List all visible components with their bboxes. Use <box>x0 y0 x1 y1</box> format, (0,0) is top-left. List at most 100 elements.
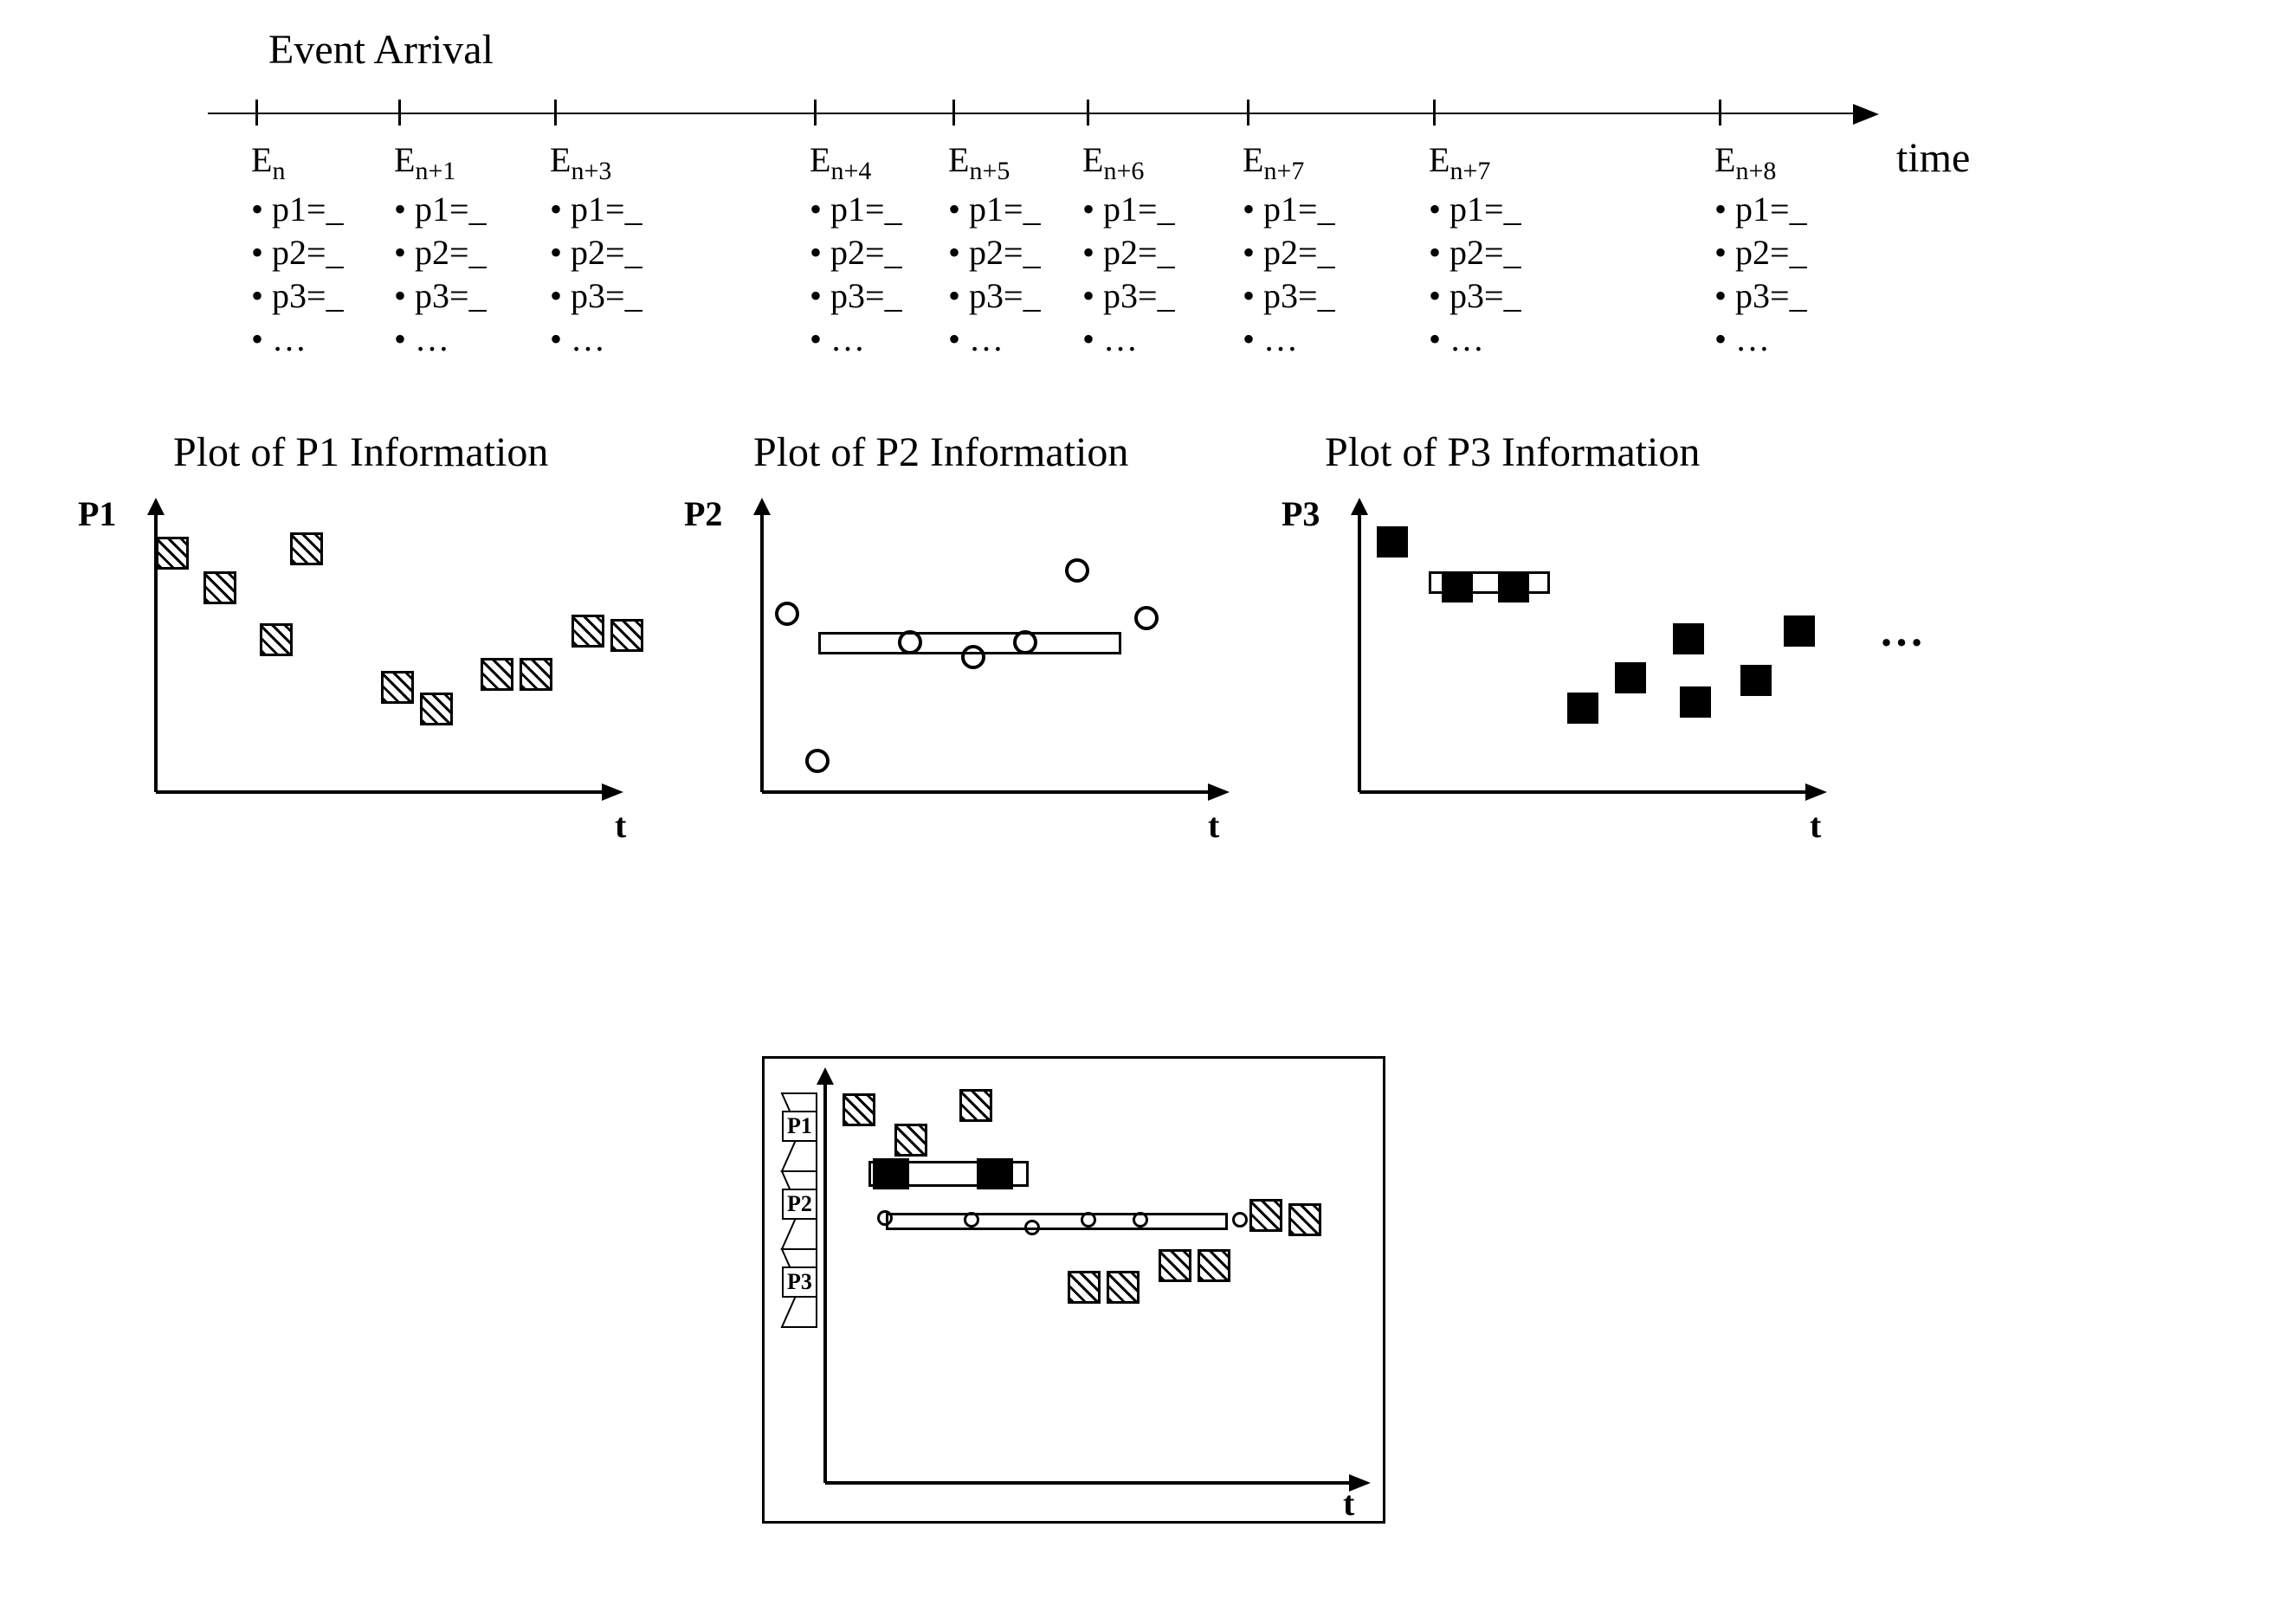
event-block: En+7• p1=_• p2=_• p3=_• … <box>1243 139 1335 361</box>
arrow-right-icon <box>1853 104 1879 125</box>
p3-marker <box>1615 662 1646 693</box>
plot-p2-ylabel: P2 <box>684 493 722 534</box>
event-prop: • p2=_ <box>394 231 487 274</box>
p3-marker <box>1680 686 1711 718</box>
event-prop: • p2=_ <box>1429 231 1521 274</box>
event-prop: • … <box>550 318 642 361</box>
p1-marker <box>481 658 513 691</box>
combined-p1-marker <box>1068 1271 1101 1304</box>
p2-marker <box>1013 630 1037 654</box>
p1-marker <box>156 537 189 570</box>
event-prop: • … <box>251 318 344 361</box>
event-prop: • p3=_ <box>810 274 902 318</box>
p2-marker <box>1134 606 1159 630</box>
event-prop: • … <box>1082 318 1175 361</box>
combined-p2-bar <box>886 1213 1228 1230</box>
p3-marker <box>1784 615 1815 647</box>
event-prop: • p1=_ <box>1082 188 1175 231</box>
event-prop: • p3=_ <box>1243 274 1335 318</box>
p1-marker <box>260 623 293 656</box>
combined-p2-marker <box>964 1212 979 1228</box>
event-block: En+8• p1=_• p2=_• p3=_• … <box>1714 139 1807 361</box>
event-id: En+4 <box>810 139 902 188</box>
timeline-axis-label: time <box>1896 134 1970 182</box>
event-id: En+1 <box>394 139 487 188</box>
event-prop: • p3=_ <box>394 274 487 318</box>
event-id: En+7 <box>1243 139 1335 188</box>
event-prop: • … <box>1243 318 1335 361</box>
event-prop: • p2=_ <box>251 231 344 274</box>
event-id: En+8 <box>1714 139 1807 188</box>
event-block: En• p1=_• p2=_• p3=_• … <box>251 139 344 361</box>
event-id: En+6 <box>1082 139 1175 188</box>
timeline-tick <box>1433 100 1436 126</box>
combined-p2-marker <box>1024 1220 1040 1235</box>
plot-p3-xlabel: t <box>1810 805 1821 846</box>
event-prop: • p1=_ <box>948 188 1041 231</box>
event-prop: • p1=_ <box>251 188 344 231</box>
event-block: En+4• p1=_• p2=_• p3=_• … <box>810 139 902 361</box>
event-prop: • p3=_ <box>550 274 642 318</box>
event-prop: • … <box>394 318 487 361</box>
event-id: En+3 <box>550 139 642 188</box>
combined-tab-p1: P1 <box>782 1111 817 1142</box>
p1-marker <box>610 619 643 652</box>
event-prop: • p3=_ <box>1714 274 1807 318</box>
event-prop: • p2=_ <box>1082 231 1175 274</box>
event-id: En+5 <box>948 139 1041 188</box>
p3-marker <box>1740 665 1772 696</box>
timeline-tick <box>952 100 955 126</box>
plots-ellipsis: … <box>1879 606 1924 657</box>
event-prop: • p2=_ <box>948 231 1041 274</box>
plot-p1-xlabel: t <box>615 805 626 846</box>
event-prop: • p1=_ <box>1714 188 1807 231</box>
p1-marker <box>571 615 604 648</box>
p3-marker <box>1498 571 1529 603</box>
p2-marker <box>1065 558 1089 583</box>
combined-p1-marker <box>1198 1249 1230 1282</box>
plot-p1 <box>121 498 623 809</box>
event-prop: • p1=_ <box>810 188 902 231</box>
event-prop: • … <box>1429 318 1521 361</box>
combined-p1-marker <box>1107 1271 1140 1304</box>
p1-marker <box>520 658 552 691</box>
event-prop: • p1=_ <box>1429 188 1521 231</box>
combined-tab-p3: P3 <box>782 1266 817 1298</box>
timeline-axis <box>208 113 1870 114</box>
event-prop: • p1=_ <box>394 188 487 231</box>
p3-marker <box>1673 623 1704 654</box>
event-prop: • p2=_ <box>810 231 902 274</box>
event-id: En <box>251 139 344 188</box>
combined-p2-marker <box>877 1210 893 1226</box>
timeline-arrowhead <box>1853 104 1879 126</box>
event-id: En+7 <box>1429 139 1521 188</box>
timeline-tick <box>1087 100 1089 126</box>
event-prop: • p1=_ <box>550 188 642 231</box>
event-prop: • p3=_ <box>1429 274 1521 318</box>
combined-p1-marker <box>1249 1199 1282 1232</box>
p2-marker <box>775 602 799 626</box>
event-prop: • p2=_ <box>550 231 642 274</box>
timeline-tick <box>398 100 401 126</box>
event-block: En+6• p1=_• p2=_• p3=_• … <box>1082 139 1175 361</box>
plot-p3-title: Plot of P3 Information <box>1325 429 1700 476</box>
combined-p1-marker <box>894 1124 927 1157</box>
p1-marker <box>290 532 323 565</box>
event-prop: • p1=_ <box>1243 188 1335 231</box>
timeline-tick <box>554 100 557 126</box>
combined-tab-p2: P2 <box>782 1189 817 1220</box>
combined-plot: P1 P2 P3 t <box>762 1056 1385 1524</box>
plot-p1-title: Plot of P1 Information <box>173 429 548 476</box>
combined-p1-marker <box>959 1089 992 1122</box>
event-prop: • … <box>810 318 902 361</box>
timeline-tick <box>255 100 258 126</box>
p3-marker <box>1442 571 1473 603</box>
p1-marker <box>381 671 414 704</box>
plot-p2-title: Plot of P2 Information <box>753 429 1128 476</box>
plot-p1-ylabel: P1 <box>78 493 116 534</box>
combined-p2-marker <box>1081 1212 1096 1228</box>
combined-p1-marker <box>1288 1203 1321 1236</box>
combined-p2-marker <box>1232 1212 1248 1228</box>
combined-p2-marker <box>1133 1212 1148 1228</box>
combined-p3-marker <box>873 1158 909 1189</box>
